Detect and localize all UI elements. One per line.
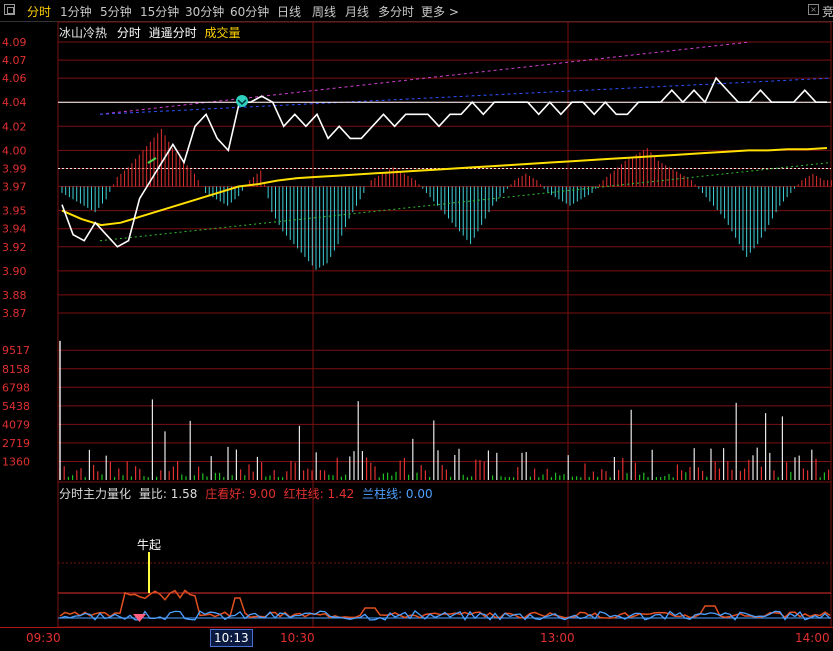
price-tick-label: 3.90 [2,265,27,278]
time-label-0930: 09:30 [26,631,61,645]
check-mark-icon [147,157,157,164]
price-line [61,76,827,248]
chart-grid [57,21,832,628]
price-tick-label: 4.04 [2,96,27,109]
time-label-1030: 10:30 [280,631,315,645]
volume-tick-label: 8158 [2,363,30,376]
buy-signal-icon [236,95,248,107]
price-tick-label: 4.09 [2,36,27,49]
price-tick-label: 3.99 [2,162,27,175]
time-cursor-label: 10:13 [210,629,253,647]
volume-tick-label: 6798 [2,381,30,394]
price-tick-label: 4.06 [2,72,27,85]
volume-tick-label: 9517 [2,344,30,357]
time-axis: 09:30 10:13 10:30 13:00 14:00 [0,627,833,651]
time-label-1400: 14:00 [795,631,830,645]
price-tick-label: 4.02 [2,120,27,133]
price-tick-label: 3.97 [2,181,27,194]
volume-tick-label: 2719 [2,437,30,450]
chart-frame [57,21,832,628]
price-tick-label: 3.94 [2,223,27,236]
price-lines [58,41,832,248]
price-tick-label: 3.88 [2,289,27,302]
volume-bars [59,340,830,480]
intraday-chart: 4.09 4.07 4.06 4.04 4.02 4.00 3.99 3.97 3.95 3.94… [2,21,832,628]
price-tick-label: 4.00 [2,144,27,157]
signal-label: 牛起 [137,537,161,552]
volume-tick-label: 4079 [2,418,30,431]
volume-tick-label: 5438 [2,400,30,413]
price-tick-label: 3.95 [2,205,27,218]
time-label-1300: 13:00 [540,631,575,645]
volume-axis: 9517 8158 6798 5438 4079 2719 1360 [2,344,30,468]
price-tick-label: 3.87 [2,307,27,320]
price-axis: 4.09 4.07 4.06 4.04 4.02 4.00 3.99 3.97 3.95 3.94… [2,36,27,320]
volume-tick-label: 1360 [2,455,30,468]
blue-bar-line [59,610,831,621]
price-tick-label: 3.92 [2,241,27,254]
price-tick-label: 4.07 [2,54,27,67]
indicator-lines: 牛起 [58,537,831,622]
